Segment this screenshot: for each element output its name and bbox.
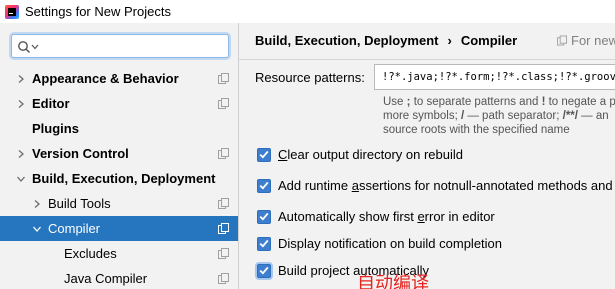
breadcrumb-current: Compiler (460, 33, 518, 48)
sidebar-item-label: Java Compiler (64, 271, 148, 286)
help-text: — path separator; (464, 110, 563, 122)
resource-patterns-label: Resource patterns: (255, 70, 365, 85)
chevron-right-icon[interactable] (16, 149, 26, 159)
build-notification-option[interactable]: Display notification on build completion (257, 236, 502, 251)
help-text: source roots with the specified name (383, 124, 570, 136)
sidebar-item-label: Excludes (64, 246, 117, 261)
checkbox[interactable] (257, 236, 271, 251)
chevron-down-icon[interactable] (32, 224, 42, 234)
sidebar-item-build-tools[interactable]: Build Tools (0, 191, 238, 216)
option-label: Display notification on build completion (278, 236, 503, 251)
copy-icon (218, 98, 229, 109)
sidebar-item-label: Appearance & Behavior (32, 71, 179, 86)
option-label: Add runtime assertions for notnull-annot… (278, 178, 613, 193)
help-text: to separate patterns and (410, 96, 542, 108)
option-label: Clear output directory on rebuild (278, 147, 463, 162)
title-bar: Settings for New Projects (0, 0, 615, 23)
sidebar-item-java-compiler[interactable]: Java Compiler (0, 266, 238, 289)
help-text: Use (383, 96, 407, 108)
checkbox[interactable] (257, 147, 271, 162)
copy-icon (218, 248, 229, 259)
sidebar-item-version-control[interactable]: Version Control (0, 141, 238, 166)
sidebar-item-label: Plugins (32, 121, 79, 136)
breadcrumb: Build, Execution, Deployment › Compiler (255, 33, 517, 48)
window-title: Settings for New Projects (25, 4, 171, 19)
checkbox[interactable] (257, 263, 271, 278)
copy-icon (557, 35, 567, 46)
check-icon (259, 239, 269, 248)
help-text: more symbols; (383, 110, 461, 122)
intellij-app-icon (5, 4, 19, 19)
copy-icon (218, 73, 229, 84)
show-first-error-option[interactable]: Automatically show first error in editor (257, 209, 495, 224)
header-divider (239, 59, 615, 60)
help-text: to negate a p (545, 96, 615, 108)
sidebar-item-appearance-behavior[interactable]: Appearance & Behavior (0, 66, 238, 91)
annotation-overlay: 自动编译 (357, 273, 429, 289)
sidebar-item-plugins[interactable]: Plugins (0, 116, 238, 141)
chevron-right-icon[interactable] (16, 74, 26, 84)
sidebar-item-label: Version Control (32, 146, 129, 161)
chevron-down-icon[interactable] (16, 174, 26, 184)
settings-search-input[interactable] (11, 34, 229, 58)
resource-patterns-input[interactable]: !?*.java;!?*.form;!?*.class;!?*.groovy;!… (374, 64, 615, 90)
help-text: — an (577, 110, 609, 122)
sidebar-item-label: Editor (32, 96, 70, 111)
sidebar-item-build-execution-deployment[interactable]: Build, Execution, Deployment (0, 166, 238, 191)
for-new-projects-label: For new (571, 33, 615, 48)
sidebar-item-label: Compiler (48, 221, 101, 236)
chevron-right-icon[interactable] (16, 99, 26, 109)
sidebar-item-label: Build Tools (48, 196, 111, 211)
checkbox[interactable] (257, 178, 271, 193)
check-icon (259, 212, 269, 221)
sidebar-item-excludes[interactable]: Excludes (0, 241, 238, 266)
help-text: /**/ (562, 110, 578, 122)
search-icon (18, 41, 39, 54)
clear-output-option[interactable]: Clear output directory on rebuild (257, 147, 463, 162)
settings-sidebar: Appearance & Behavior Editor Plugins Ver… (0, 23, 239, 289)
compiler-settings-panel: Build, Execution, Deployment › Compiler … (239, 23, 615, 289)
breadcrumb-separator: › (447, 33, 452, 48)
sidebar-item-label: Build, Execution, Deployment (32, 171, 216, 186)
copy-icon (218, 198, 229, 209)
copy-icon (218, 148, 229, 159)
check-icon (259, 266, 269, 275)
copy-icon (218, 273, 229, 284)
chevron-right-icon[interactable] (32, 199, 42, 209)
option-label: Automatically show first error in editor (278, 209, 495, 224)
for-new-projects-hint: For new (557, 33, 615, 48)
check-icon (259, 181, 269, 190)
runtime-assertions-option[interactable]: Add runtime assertions for notnull-annot… (257, 178, 613, 193)
check-icon (259, 150, 269, 159)
sidebar-item-editor[interactable]: Editor (0, 91, 238, 116)
resource-patterns-help: Use ; to separate patterns and ! to nega… (383, 95, 615, 137)
breadcrumb-parent: Build, Execution, Deployment (255, 33, 439, 48)
resource-patterns-value: !?*.java;!?*.form;!?*.class;!?*.groovy;!… (382, 71, 615, 83)
copy-icon (218, 223, 229, 234)
checkbox[interactable] (257, 209, 271, 224)
sidebar-item-compiler[interactable]: Compiler (0, 216, 238, 241)
